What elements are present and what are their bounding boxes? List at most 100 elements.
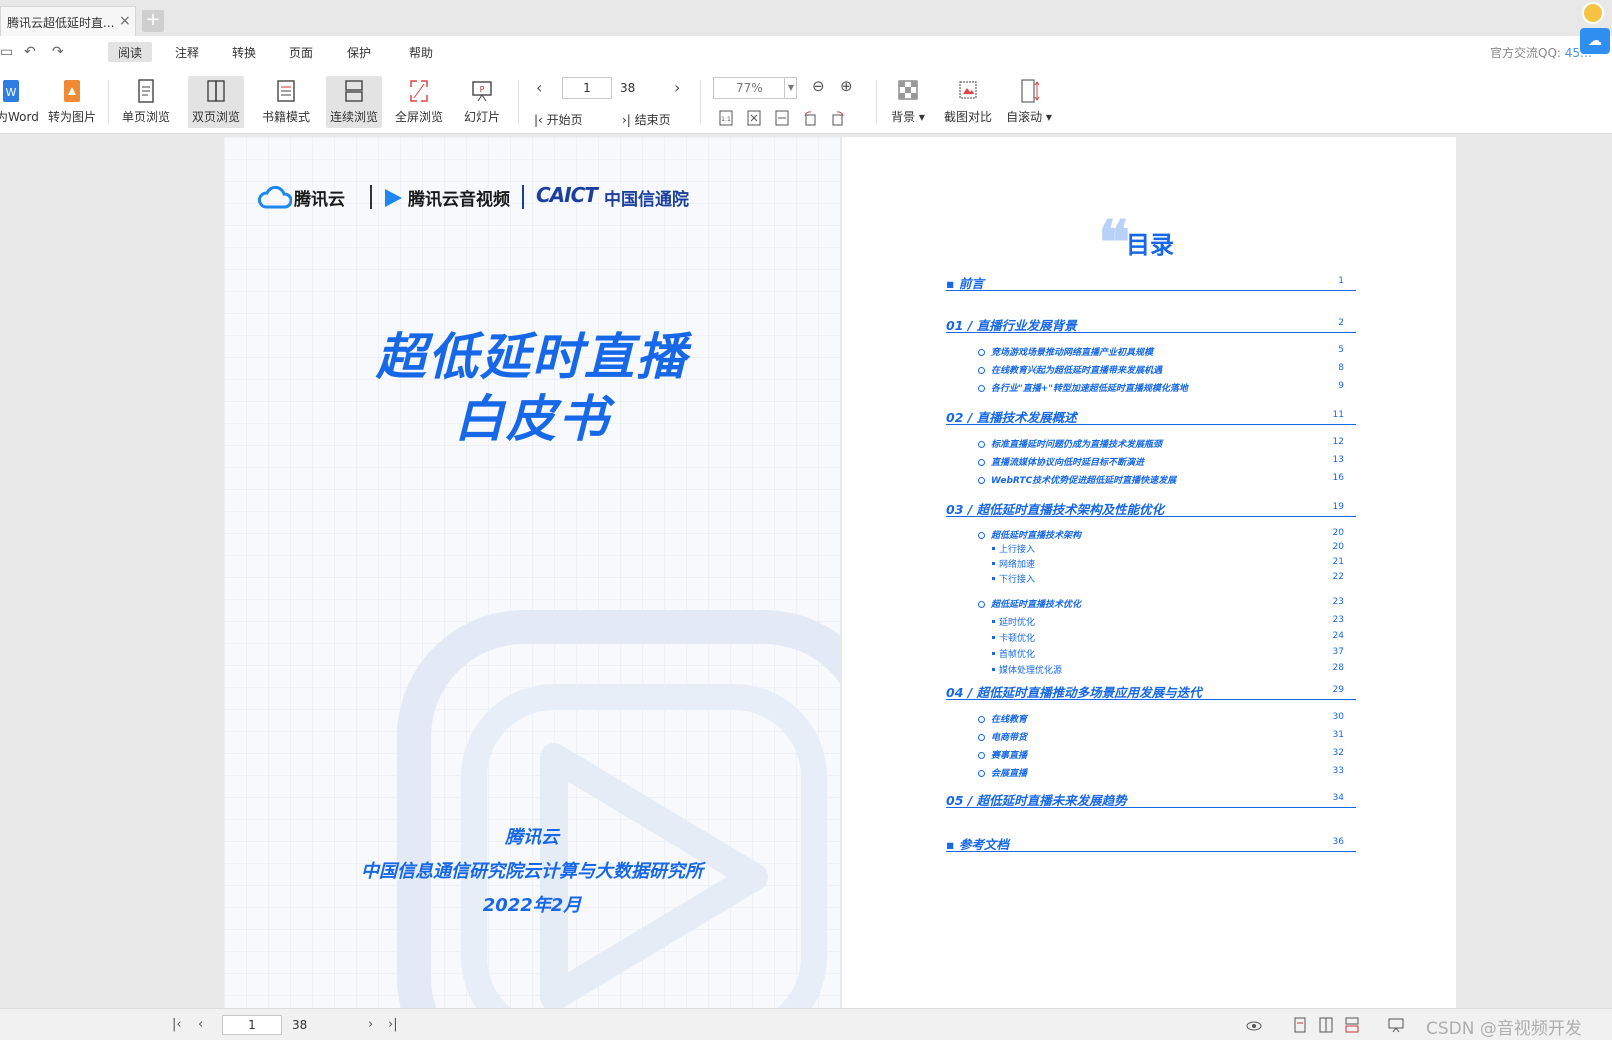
single-page-view-button[interactable]: 单页浏览 xyxy=(118,76,174,128)
toc-subsubitem[interactable]: 延时优化 23 xyxy=(992,615,1356,628)
toc-subitem[interactable]: 超低延时直播技术架构 20 xyxy=(978,528,1356,541)
toc-section-02[interactable]: 02 / 直播技术发展概述 11 xyxy=(946,407,1356,425)
bullet-icon xyxy=(992,652,995,655)
slideshow-button[interactable]: P 幻灯片 xyxy=(458,76,506,128)
bullet-icon xyxy=(978,770,985,777)
toc-sub-label: 延时优化 xyxy=(999,618,1036,628)
toc-subitem[interactable]: 在线教育 30 xyxy=(978,712,1356,725)
toc-subitem[interactable]: 竞场游戏场景推动网络直播产业初具规模 5 xyxy=(978,345,1356,358)
last-page-button[interactable]: ›| 结束页 xyxy=(622,111,671,128)
toc-references[interactable]: ▪ 参考文档 36 xyxy=(946,834,1356,852)
prev-page-icon[interactable]: ‹ xyxy=(536,78,542,97)
undo-icon[interactable]: ↶ xyxy=(24,44,36,60)
toc-subsubitem[interactable]: 卡顿优化 24 xyxy=(992,631,1356,644)
book-mode-label: 书籍模式 xyxy=(261,110,310,124)
fit-width-icon[interactable] xyxy=(774,110,790,126)
redo-icon[interactable]: ↷ xyxy=(52,44,64,60)
convert-to-image-button[interactable]: 转为图片 xyxy=(46,76,98,128)
toc-subitem[interactable]: 赛事直播 32 xyxy=(978,748,1356,761)
bullet-icon xyxy=(978,385,985,392)
toc-section-05[interactable]: 05 / 超低延时直播未来发展趋势 34 xyxy=(946,790,1356,808)
zoom-dropdown-icon[interactable]: ▼ xyxy=(784,77,797,99)
last-page-icon[interactable]: ›| xyxy=(388,1017,398,1032)
toc-page-number: 22 xyxy=(1332,572,1344,582)
next-page-icon[interactable]: › xyxy=(674,78,680,97)
toc-subitem[interactable]: 会展直播 33 xyxy=(978,766,1356,779)
toc-sub-label: 媒体处理优化源 xyxy=(999,666,1063,676)
tencent-cloud-logo-text: 腾讯云 xyxy=(294,190,345,210)
document-tab[interactable]: 腾讯云超低延时直... × xyxy=(0,6,136,36)
next-page-icon[interactable]: › xyxy=(368,1017,373,1032)
toc-title: 目录 xyxy=(1126,231,1174,259)
toc-section-label: 02 / 直播技术发展概述 xyxy=(946,410,1077,425)
toc-subsubitem[interactable]: 首帧优化 37 xyxy=(992,647,1356,660)
toc-page-number: 8 xyxy=(1338,363,1344,373)
toc-page-number: 23 xyxy=(1332,597,1344,607)
bullet-icon xyxy=(978,441,985,448)
menu-help[interactable]: 帮助 xyxy=(399,42,443,62)
toc-page-number: 11 xyxy=(1332,410,1344,420)
new-tab-button[interactable]: + xyxy=(142,10,164,32)
menu-annotate[interactable]: 注释 xyxy=(165,42,209,62)
menu-convert[interactable]: 转换 xyxy=(222,42,266,62)
slideshow-icon[interactable] xyxy=(1388,1017,1404,1033)
rotate-right-icon[interactable] xyxy=(830,110,846,126)
toc-sub-label: 标准直播延时问题仍成为直播技术发展瓶颈 xyxy=(991,440,1163,450)
book-mode-button[interactable]: 书籍模式 xyxy=(258,76,314,128)
toc-subitem[interactable]: 各行业"直播+"转型加速超低延时直播规模化落地 9 xyxy=(978,381,1356,394)
notification-badge-icon[interactable] xyxy=(1582,2,1604,24)
toc-subitem[interactable]: 标准直播延时问题仍成为直播技术发展瓶颈 12 xyxy=(978,437,1356,450)
continuous-view-button[interactable]: 连续浏览 xyxy=(326,76,382,128)
zoom-out-icon[interactable]: ⊖ xyxy=(812,77,825,95)
document-viewport[interactable]: 腾讯云 腾讯云音视频 CAICT 中国信通院 超低延时直播 白皮书 腾讯云 中国… xyxy=(0,135,1612,1008)
zoom-in-icon[interactable]: ⊕ xyxy=(840,77,853,95)
toc-sub-label: 超低延时直播技术优化 xyxy=(991,600,1082,610)
toc-subitem[interactable]: 直播流媒体协议向低时延目标不断演进 13 xyxy=(978,455,1356,468)
first-page-button[interactable]: |‹ 开始页 xyxy=(534,111,583,128)
fit-page-icon[interactable] xyxy=(746,110,762,126)
toc-subitem[interactable]: 超低延时直播技术优化 23 xyxy=(978,597,1356,610)
save-icon[interactable]: ▭ xyxy=(0,44,13,60)
toc-subsubitem[interactable]: 上行接入 20 xyxy=(992,542,1356,555)
close-icon[interactable]: × xyxy=(119,13,131,29)
convert-to-word-button[interactable]: W 转为Word xyxy=(0,76,39,128)
double-page-label: 双页浏览 xyxy=(191,110,240,124)
toc-preface[interactable]: ▪ 前言 1 xyxy=(946,273,1356,291)
toc-subitem[interactable]: 在线教育兴起为超低延时直播带来发展机遇 8 xyxy=(978,363,1356,376)
toc-subsubitem[interactable]: 网络加速 21 xyxy=(992,557,1356,570)
rotate-left-icon[interactable] xyxy=(802,110,818,126)
toc-subitem[interactable]: 电商带货 31 xyxy=(978,730,1356,743)
toc-subsubitem[interactable]: 下行接入 22 xyxy=(992,572,1356,585)
toc-section-03[interactable]: 03 / 超低延时直播技术架构及性能优化 19 xyxy=(946,499,1356,517)
slideshow-icon: P xyxy=(472,81,492,102)
fullscreen-button[interactable]: 全屏浏览 xyxy=(390,76,448,128)
word-icon: W xyxy=(3,80,19,102)
menu-read[interactable]: 阅读 xyxy=(108,42,153,62)
menu-protect[interactable]: 保护 xyxy=(337,42,381,62)
screenshot-compare-button[interactable]: 截图对比 xyxy=(942,76,994,128)
background-button[interactable]: 背景 ▾ xyxy=(886,76,930,128)
status-page-input[interactable]: 1 xyxy=(222,1015,282,1035)
toc-section-01[interactable]: 01 / 直播行业发展背景 2 xyxy=(946,315,1356,333)
double-page-view-button[interactable]: 双页浏览 xyxy=(188,76,244,128)
bullet-icon xyxy=(992,668,995,671)
bullet-icon xyxy=(978,459,985,466)
double-page-icon[interactable] xyxy=(1318,1017,1334,1033)
cloud-icon[interactable]: ☁ xyxy=(1580,28,1610,54)
actual-size-icon[interactable]: 1:1 xyxy=(718,110,734,126)
menu-page[interactable]: 页面 xyxy=(279,42,323,62)
toc-section-04[interactable]: 04 / 超低延时直播推动多场景应用发展与迭代 29 xyxy=(946,682,1356,700)
status-bar: |‹ ‹ 1 38 › ›| CSDN @音视频开发 xyxy=(0,1008,1612,1040)
page-number-input[interactable]: 1 xyxy=(562,77,612,99)
to-word-label: 转为Word xyxy=(0,110,39,124)
prev-page-icon[interactable]: ‹ xyxy=(198,1017,203,1032)
auto-scroll-button[interactable]: 自滚动 ▾ xyxy=(1004,76,1054,128)
first-page-icon[interactable]: |‹ xyxy=(172,1017,182,1032)
toc-page-number: 23 xyxy=(1332,615,1344,625)
eye-care-icon[interactable] xyxy=(1246,1017,1262,1033)
cover-date: 2022年2月 xyxy=(482,895,582,916)
toc-subsubitem[interactable]: 媒体处理优化源 28 xyxy=(992,663,1356,676)
single-page-icon[interactable] xyxy=(1292,1017,1308,1033)
toc-subitem[interactable]: WebRTC技术优势促进超低延时直播快速发展 16 xyxy=(978,473,1356,486)
continuous-icon[interactable] xyxy=(1344,1017,1360,1033)
